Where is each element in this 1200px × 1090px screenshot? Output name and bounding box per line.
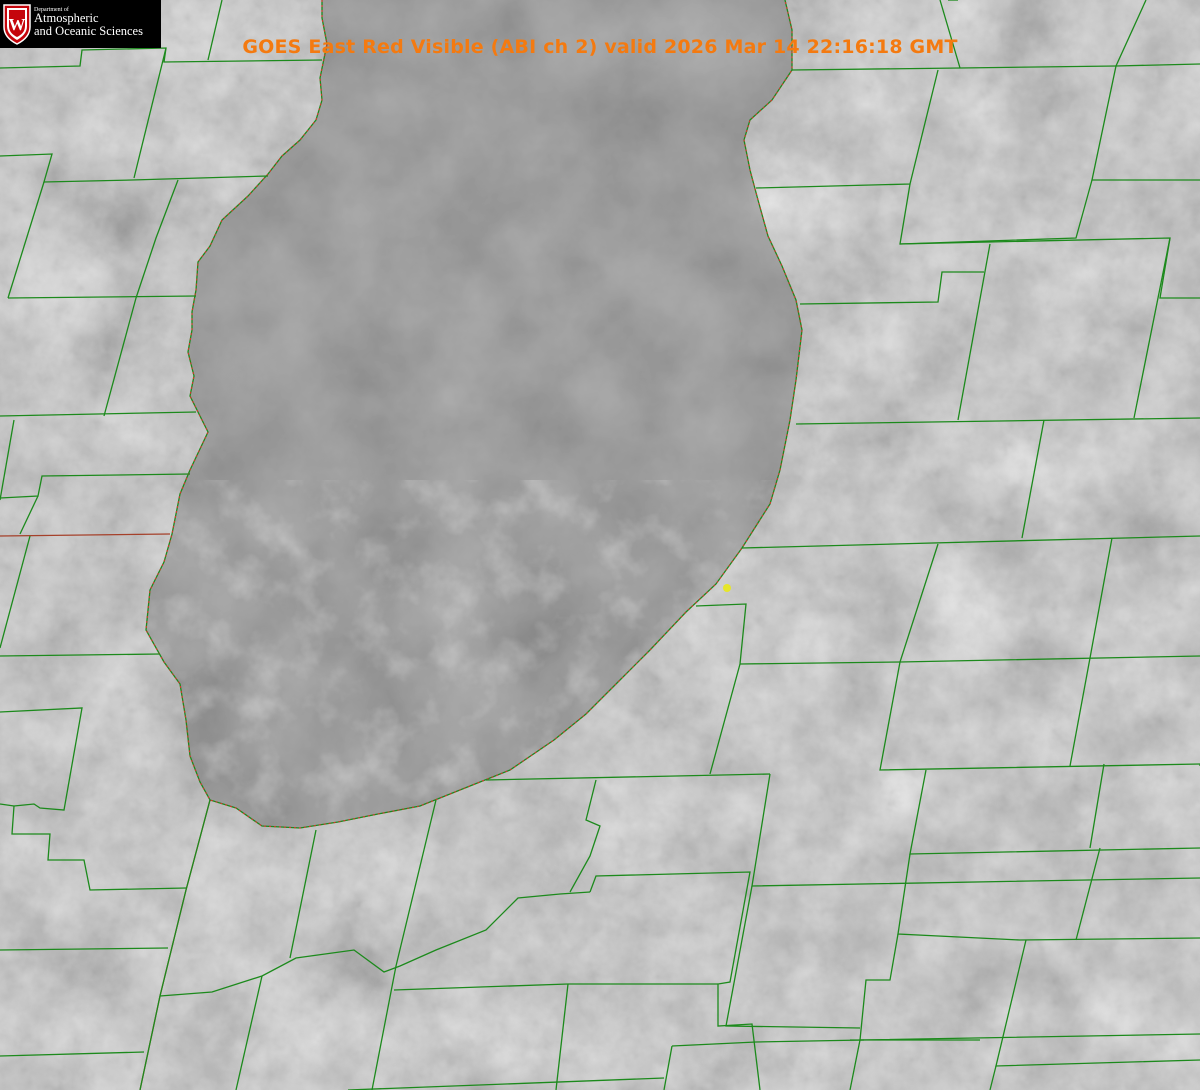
logo-line-2: and Oceanic Sciences <box>34 24 143 38</box>
crest-icon: W <box>3 4 31 45</box>
uw-aos-logo[interactable]: W Department of Atmospheric and Oceanic … <box>0 0 161 48</box>
crest-letter: W <box>9 15 26 34</box>
image-title: GOES East Red Visible (ABI ch 2) valid 2… <box>242 36 958 58</box>
satellite-image <box>0 0 1200 1090</box>
location-marker <box>723 584 731 592</box>
